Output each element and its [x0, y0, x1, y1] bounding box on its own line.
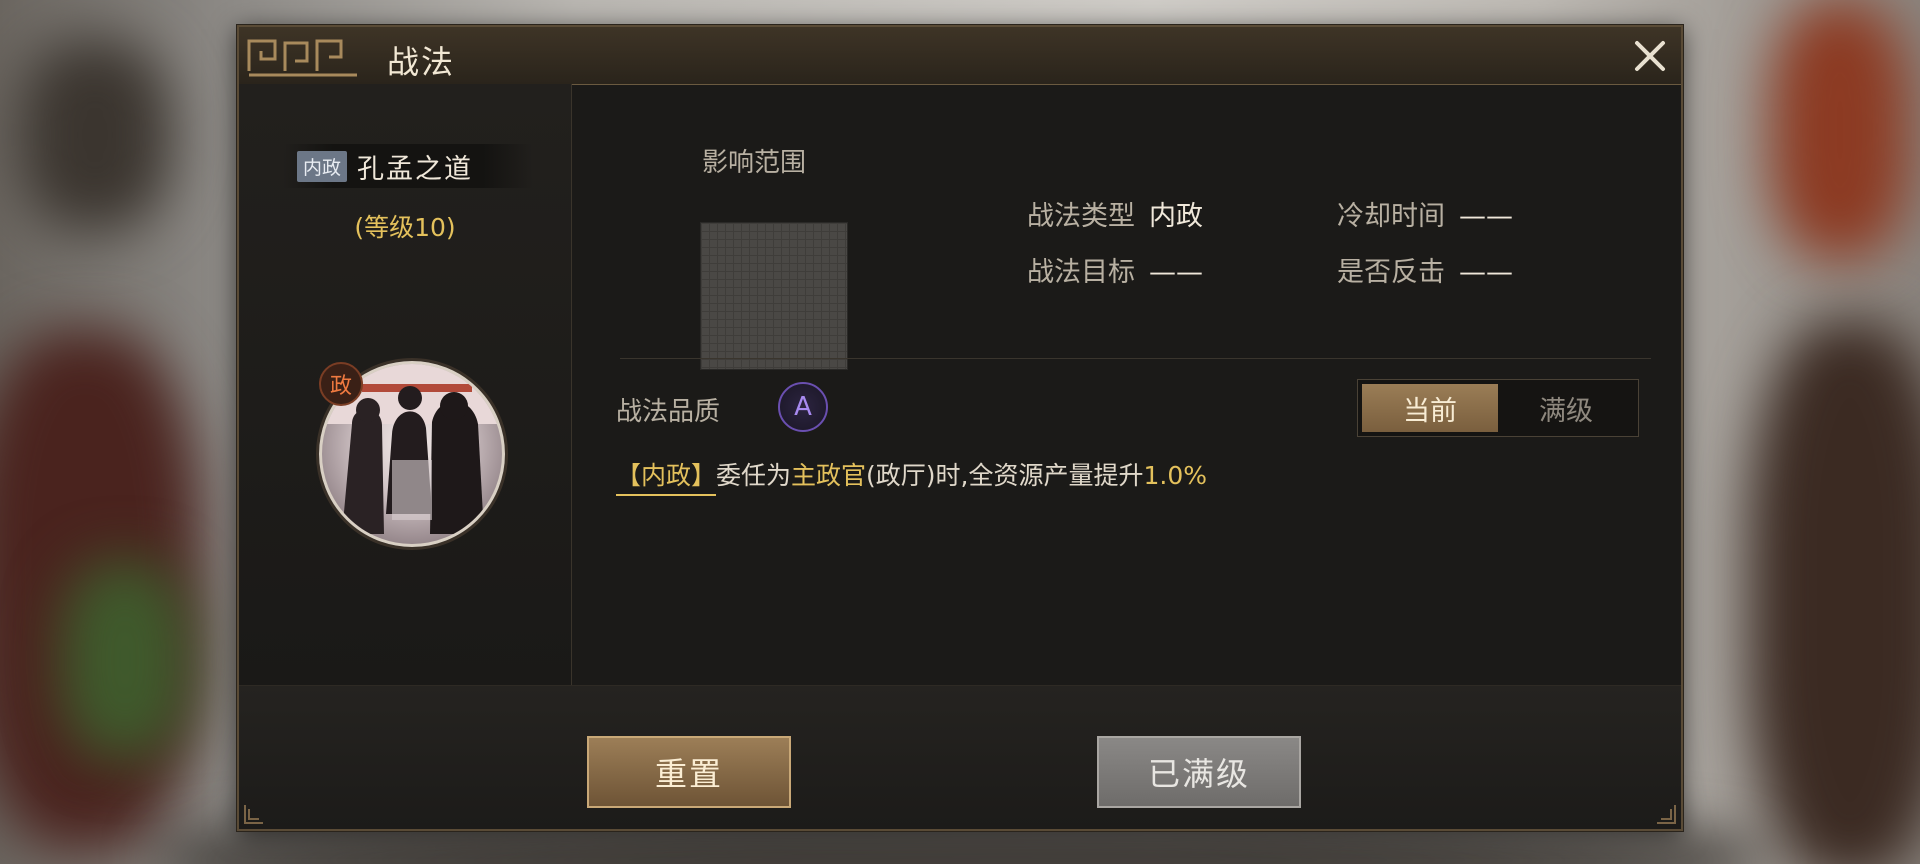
dialog-footer: 重置 已满级 — [239, 685, 1681, 829]
counter-value: —— — [1459, 257, 1513, 288]
counter-property: 是否反击 —— — [1337, 250, 1513, 289]
close-icon[interactable] — [1629, 35, 1671, 77]
type-property: 战法类型 内政 — [1027, 194, 1203, 233]
skill-dialog: 战法 内政 孔孟之道 (等级10) 政 影响范围 战法类型 内政 冷却时间 ——… — [237, 25, 1683, 831]
type-label: 战法类型 — [1027, 201, 1135, 232]
description-part2: (政厅)时,全资源产量提升 — [866, 461, 1144, 490]
quality-label: 战法品质 — [616, 397, 721, 427]
divider — [620, 358, 1651, 359]
description-tag: 【内政】 — [616, 461, 717, 496]
cooldown-property: 冷却时间 —— — [1337, 194, 1513, 233]
title-bar: 战法 — [239, 27, 1681, 85]
target-value: —— — [1149, 257, 1203, 288]
skill-details: 影响范围 战法类型 内政 冷却时间 —— 战法目标 —— 是否反击 —— 战法品质 A … — [572, 84, 1681, 688]
cooldown-label: 冷却时间 — [1337, 201, 1445, 232]
area-label: 影响范围 — [702, 148, 807, 178]
skill-name: 孔孟之道 — [357, 153, 474, 185]
reset-button[interactable]: 重置 — [587, 736, 791, 808]
skill-name-row: 内政 孔孟之道 — [283, 144, 533, 188]
corner-ornament-icon — [244, 805, 263, 824]
description-highlight2: 1.0% — [1143, 461, 1208, 490]
cooldown-value: —— — [1459, 201, 1513, 232]
description-highlight1: 主政官 — [791, 461, 867, 490]
title-ornament-icon — [247, 39, 357, 77]
skill-level: (等级10) — [354, 213, 456, 242]
counter-label: 是否反击 — [1337, 257, 1445, 288]
description-part1: 委任为 — [716, 461, 792, 490]
level-toggle: 当前 满级 — [1357, 379, 1639, 437]
target-label: 战法目标 — [1027, 257, 1135, 288]
skill-sidebar: 内政 孔孟之道 (等级10) 政 — [239, 84, 572, 688]
skill-description: 【内政】委任为主政官(政厅)时,全资源产量提升1.0% — [616, 456, 1208, 496]
corner-ornament-icon — [1657, 805, 1676, 824]
type-value: 内政 — [1149, 201, 1203, 232]
quality-grade-badge: A — [778, 382, 828, 432]
target-property: 战法目标 —— — [1027, 250, 1203, 289]
politics-badge: 政 — [319, 362, 363, 406]
toggle-max-level[interactable]: 满级 — [1498, 384, 1634, 432]
toggle-current[interactable]: 当前 — [1362, 384, 1498, 432]
area-grid — [700, 222, 848, 370]
skill-type-badge: 内政 — [297, 150, 348, 182]
maxed-button[interactable]: 已满级 — [1097, 736, 1301, 808]
dialog-title: 战法 — [387, 43, 456, 81]
